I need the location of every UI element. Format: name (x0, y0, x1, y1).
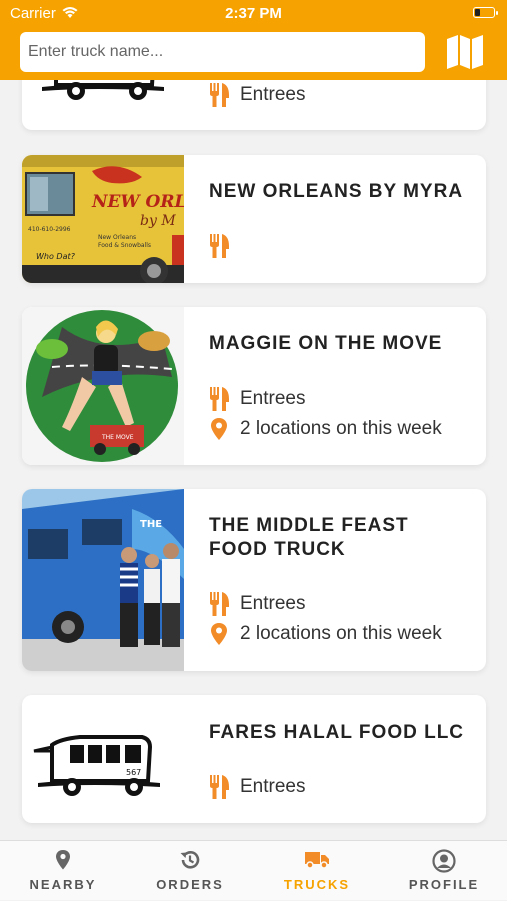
svg-text:NEW ORLE: NEW ORLE (91, 192, 184, 212)
category-row (208, 234, 240, 258)
location-pin-icon (208, 622, 230, 646)
clock: 2:37 PM (225, 5, 282, 22)
tab-bar: NEARBY ORDERS TRUCKS PROFILE (0, 840, 507, 900)
truck-search-input[interactable] (20, 32, 425, 72)
truck-card[interactable]: Entrees (22, 80, 486, 130)
fork-knife-icon (208, 592, 230, 616)
fork-knife-icon (208, 83, 230, 107)
truck-name: MAGGIE ON THE MOVE (209, 333, 443, 354)
truck-icon (30, 721, 170, 801)
category-label: Entrees (240, 84, 306, 105)
category-row: Entrees (208, 775, 305, 799)
truck-list[interactable]: Entrees NEW ORLE by M 410-610-2996 New O… (0, 80, 507, 840)
history-icon (180, 851, 200, 869)
battery-icon (473, 7, 498, 18)
profile-icon (432, 849, 456, 873)
truck-name: FARES HALAL FOOD LLC (209, 722, 465, 743)
svg-text:New Orleans: New Orleans (98, 234, 136, 241)
tab-profile[interactable]: PROFILE (381, 841, 507, 901)
category-row: Entrees (208, 387, 305, 411)
svg-text:Food & Snowballs: Food & Snowballs (98, 242, 151, 249)
location-pin-icon (56, 850, 70, 870)
locations-row: 2 locations on this week (208, 417, 442, 441)
svg-text:by M: by M (140, 213, 176, 229)
category-label: Entrees (240, 776, 306, 797)
tab-label: PROFILE (408, 877, 480, 892)
fork-knife-icon (208, 387, 230, 411)
category-row: Entrees (208, 592, 305, 616)
locations-label: 2 locations on this week (240, 418, 442, 439)
truck-photo: THE (22, 489, 184, 671)
map-icon[interactable] (446, 34, 484, 70)
tab-label: TRUCKS (283, 877, 351, 892)
truck-name: NEW ORLEANS BY MYRA (209, 181, 464, 202)
truck-card[interactable]: THE THE MIDDLE FEAST FOOD TRUCK Entrees … (22, 489, 486, 671)
truck-icon (305, 852, 329, 869)
fork-knife-icon (208, 775, 230, 799)
svg-text:THE: THE (140, 519, 162, 530)
tab-orders[interactable]: ORDERS (127, 841, 253, 901)
truck-thumbnail (22, 695, 184, 823)
tab-label: ORDERS (156, 877, 224, 892)
category-label: Entrees (240, 593, 306, 614)
tab-nearby[interactable]: NEARBY (0, 841, 126, 901)
svg-text:Who Dat?: Who Dat? (36, 252, 76, 261)
truck-icon (34, 80, 174, 105)
location-pin-icon (208, 417, 230, 441)
locations-label: 2 locations on this week (240, 623, 442, 644)
truck-photo: NEW ORLE by M 410-610-2996 New Orleans F… (22, 155, 184, 283)
truck-card[interactable]: NEW ORLE by M 410-610-2996 New Orleans F… (22, 155, 486, 283)
app-header: Carrier 2:37 PM (0, 0, 507, 80)
truck-name: THE MIDDLE FEAST FOOD TRUCK (209, 515, 409, 560)
locations-row: 2 locations on this week (208, 622, 442, 646)
fork-knife-icon (208, 234, 230, 258)
truck-card[interactable]: FARES HALAL FOOD LLC Entrees (22, 695, 486, 823)
svg-text:THE MOVE: THE MOVE (101, 434, 134, 441)
svg-text:410-610-2996: 410-610-2996 (28, 226, 71, 233)
category-label: Entrees (240, 388, 306, 409)
truck-card[interactable]: THE MOVE MAGGIE ON THE MOVE Entrees 2 lo… (22, 307, 486, 465)
category-row: Entrees (208, 83, 305, 107)
status-bar: Carrier 2:37 PM (0, 0, 507, 28)
tab-trucks[interactable]: TRUCKS (254, 841, 380, 901)
truck-thumbnail (22, 80, 184, 130)
tab-label: NEARBY (29, 877, 97, 892)
truck-photo: THE MOVE (22, 307, 184, 465)
